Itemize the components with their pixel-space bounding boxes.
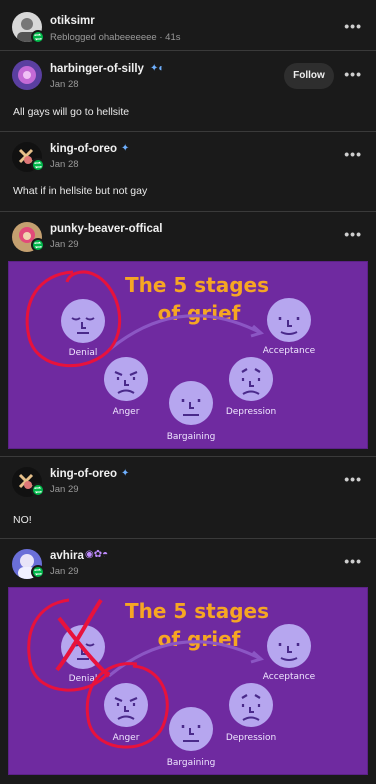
more-options-button[interactable]: ••• [344,66,362,82]
post-date: Jan 29 [50,566,79,577]
more-options-button[interactable]: ••• [344,146,362,162]
follow-button[interactable]: Follow [284,63,334,89]
user-emoji-icon: ✦ [121,468,130,479]
more-options-button[interactable]: ••• [344,553,362,569]
post-date: Jan 28 [50,79,79,90]
reblog-meta: Reblogged ohabeeeeeee · 41s [50,32,181,43]
username[interactable]: punky-beaver-offical [50,223,162,235]
post-header-king-of-oreo-2: king-of-oreo ✦ Jan 29 ••• [0,459,376,505]
label-anger: Anger [113,407,140,417]
face-anger [104,683,148,727]
divider [0,211,376,212]
post-header-avhira: avhira ◉✿◓ Jan 29 ••• [0,541,376,587]
face-acceptance [267,298,311,342]
divider [0,50,376,51]
label-bargaining: Bargaining [167,758,216,768]
face-bargaining [169,707,213,751]
post-date: Jan 29 [50,239,79,250]
label-acceptance: Acceptance [263,672,316,682]
post-header-otiksimr: otiksimr Reblogged ohabeeeeeee · 41s ••• [0,4,376,50]
more-options-button[interactable]: ••• [344,18,362,34]
five-stages-of-grief-image[interactable]: The 5 stages of grief Denial Acceptance … [8,261,368,449]
divider [0,538,376,539]
label-depression: Depression [226,407,276,417]
image-title-line1: The 5 stages [125,599,269,623]
divider [0,131,376,132]
user-emoji-icon: ◉✿◓ [85,549,109,560]
post-date: Jan 28 [50,159,79,170]
post-header-harbinger: harbinger-of-silly ✦◐ Jan 28 Follow ••• [0,54,376,100]
more-options-button[interactable]: ••• [344,226,362,242]
face-anger [104,357,148,401]
post-text: All gays will go to hellsite [13,106,130,118]
post-text: What if in hellsite but not gay [13,185,148,197]
reblog-badge-icon [31,30,45,44]
post-header-punky-beaver: punky-beaver-offical Jan 29 ••• [0,214,376,260]
post-date: Jan 29 [50,484,79,495]
face-acceptance [267,624,311,668]
avatar[interactable] [12,60,42,90]
label-bargaining: Bargaining [167,432,216,442]
username[interactable]: harbinger-of-silly [50,63,144,75]
face-depression [229,357,273,401]
reblog-badge-icon [31,238,45,252]
username[interactable]: otiksimr [50,15,95,27]
five-stages-of-grief-image[interactable]: The 5 stages of grief Denial Acceptance … [8,587,368,775]
label-depression: Depression [226,733,276,743]
divider [0,456,376,457]
username[interactable]: avhira [50,550,84,562]
username[interactable]: king-of-oreo [50,143,117,155]
reblog-badge-icon [31,565,45,579]
label-anger: Anger [113,733,140,743]
reblog-badge-icon [31,158,45,172]
username[interactable]: king-of-oreo [50,468,117,480]
user-emoji-icon: ✦ [121,143,130,154]
post-header-king-of-oreo: king-of-oreo ✦ Jan 28 ••• [0,134,376,180]
face-denial [61,299,105,343]
label-denial: Denial [69,348,98,358]
reblog-badge-icon [31,483,45,497]
face-depression [229,683,273,727]
face-bargaining [169,381,213,425]
user-emoji-icon: ✦◐ [150,63,165,74]
more-options-button[interactable]: ••• [344,471,362,487]
label-acceptance: Acceptance [263,346,316,356]
post-text: NO! [13,514,32,526]
image-title-line1: The 5 stages [125,273,269,297]
